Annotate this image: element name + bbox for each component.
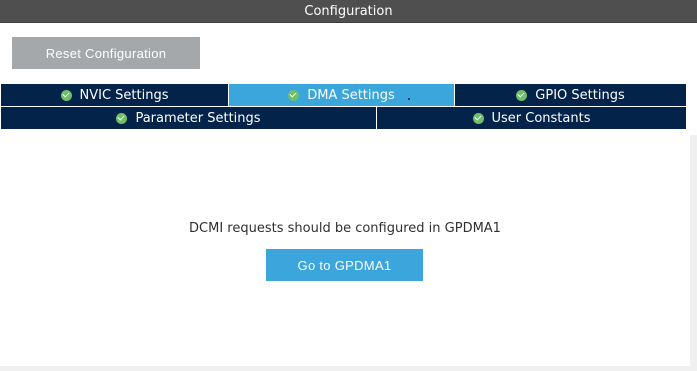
check-circle-icon: [516, 89, 528, 101]
check-circle-icon: [288, 89, 300, 101]
check-circle-icon: [116, 112, 128, 124]
window-title-bar: Configuration: [0, 0, 697, 23]
vertical-scrollbar[interactable]: [690, 135, 697, 371]
go-to-gpdma1-button[interactable]: Go to GPDMA1: [266, 249, 423, 281]
settings-tabs: NVIC Settings DMA Settings GPIO Settings…: [0, 83, 687, 130]
tab-label: GPIO Settings: [535, 87, 625, 103]
tab-gpio-settings[interactable]: GPIO Settings: [454, 83, 687, 107]
check-circle-icon: [60, 89, 72, 101]
tab-label: User Constants: [491, 110, 591, 126]
reset-configuration-button[interactable]: Reset Configuration: [12, 37, 200, 69]
tab-label: NVIC Settings: [79, 87, 169, 103]
check-circle-icon: [472, 112, 484, 124]
window-title: Configuration: [304, 3, 393, 19]
tab-user-constants[interactable]: User Constants: [376, 106, 687, 130]
tab-parameter-settings[interactable]: Parameter Settings: [0, 106, 377, 130]
tab-dma-settings[interactable]: DMA Settings: [228, 83, 455, 107]
tab-label: Parameter Settings: [135, 110, 261, 126]
horizontal-scrollbar[interactable]: [0, 366, 697, 371]
tab-nvic-settings[interactable]: NVIC Settings: [0, 83, 229, 107]
tab-label: DMA Settings: [307, 87, 395, 103]
dma-info-message: DCMI requests should be configured in GP…: [189, 221, 501, 236]
cursor-mark: [408, 98, 410, 100]
